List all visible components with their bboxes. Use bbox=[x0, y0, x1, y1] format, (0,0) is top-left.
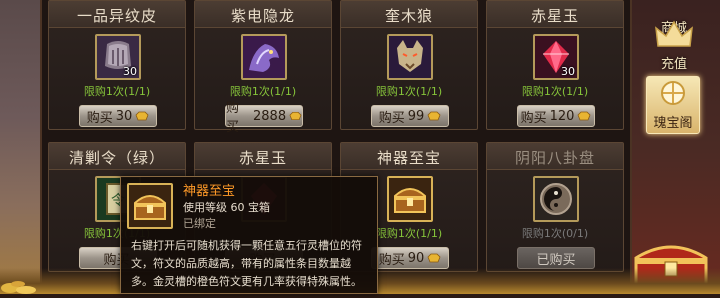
buy-button[interactable]: 购买 90 bbox=[371, 247, 449, 269]
gold-ingot-icon bbox=[427, 111, 441, 121]
buy-button[interactable]: 购买 30 bbox=[79, 105, 157, 127]
gold-ingot-icon bbox=[577, 111, 591, 121]
item-name: 清剿令（绿） bbox=[68, 149, 165, 167]
gold-coins-icon bbox=[0, 272, 40, 294]
treasure-pavilion-icon bbox=[661, 81, 685, 105]
buy-button[interactable]: 购买 2888 bbox=[225, 101, 303, 135]
shop-card-4: 赤星玉 30 限购1次(1/1) 购买 120 bbox=[486, 0, 624, 130]
shop-card-1: 一品异纹皮 30 限购1次(1/1) 购买 30 bbox=[48, 0, 186, 130]
gold-ingot-icon bbox=[289, 111, 302, 121]
red-gem-icon[interactable]: 30 bbox=[533, 34, 579, 80]
purple-dragon-icon[interactable] bbox=[241, 34, 287, 80]
tab-recharge-label: 充值 bbox=[660, 57, 687, 72]
treasure-chest-icon[interactable] bbox=[387, 176, 433, 222]
gold-ingot-icon bbox=[427, 253, 441, 263]
bagua-plate-icon[interactable] bbox=[533, 176, 579, 222]
purchase-limit: 限购1次(1/1) bbox=[229, 85, 297, 98]
shop-card-2: 紫电隐龙 限购1次(1/1) 购买 2888 bbox=[194, 0, 332, 135]
tooltip-bound-status: 已绑定 bbox=[183, 217, 216, 230]
shop-card-3: 奎木狼 限购1次(1/1) 购买 99 bbox=[340, 0, 478, 130]
tooltip-item-name: 神器至宝 bbox=[183, 184, 236, 199]
tab-treasure-pavilion-label: 瑰宝阁 bbox=[653, 116, 693, 131]
purchase-limit: 限购1次(1/1) bbox=[83, 85, 151, 98]
item-name: 一品异纹皮 bbox=[76, 7, 157, 25]
item-name: 紫电隐龙 bbox=[230, 7, 295, 25]
shop-card-8: 阴阳八卦盘 限购1次(0/1) 已购买 bbox=[486, 142, 624, 272]
item-name: 神器至宝 bbox=[376, 149, 441, 167]
purchased-button[interactable]: 已购买 bbox=[517, 247, 595, 269]
item-name: 赤星玉 bbox=[238, 149, 287, 167]
purchase-limit: 限购1次(0/1) bbox=[521, 227, 589, 240]
item-count: 30 bbox=[123, 65, 137, 78]
item-name: 奎木狼 bbox=[384, 7, 433, 25]
buy-button[interactable]: 购买 120 bbox=[517, 105, 595, 127]
treasure-chest-icon bbox=[127, 183, 173, 229]
wolf-icon[interactable] bbox=[387, 34, 433, 80]
item-name: 阴阳八卦盘 bbox=[514, 149, 595, 167]
purchase-limit: 限购1次(1/1) bbox=[375, 85, 443, 98]
item-count: 30 bbox=[561, 65, 575, 78]
gold-ingot-icon bbox=[135, 111, 149, 121]
buy-button[interactable]: 购买 99 bbox=[371, 105, 449, 127]
tab-recharge[interactable]: 充值 bbox=[648, 18, 700, 74]
tooltip-level-type: 使用等级 60 宝箱 bbox=[183, 201, 270, 214]
tooltip-description: 右键打开后可随机获得一颗任意五行灵槽位的符文，符文的品质越高，带有的属性条目数量… bbox=[131, 239, 362, 288]
item-tooltip: 神器至宝 使用等级 60 宝箱 已绑定 右键打开后可随机获得一颗任意五行灵槽位的… bbox=[120, 176, 378, 294]
purple-fur-icon[interactable]: 30 bbox=[95, 34, 141, 80]
purchase-limit: 限购1次(1/1) bbox=[521, 85, 589, 98]
tab-treasure-pavilion[interactable]: 瑰宝阁 bbox=[646, 76, 700, 134]
item-name: 赤星玉 bbox=[530, 7, 579, 25]
background-left bbox=[0, 0, 40, 294]
crown-icon bbox=[655, 20, 693, 47]
